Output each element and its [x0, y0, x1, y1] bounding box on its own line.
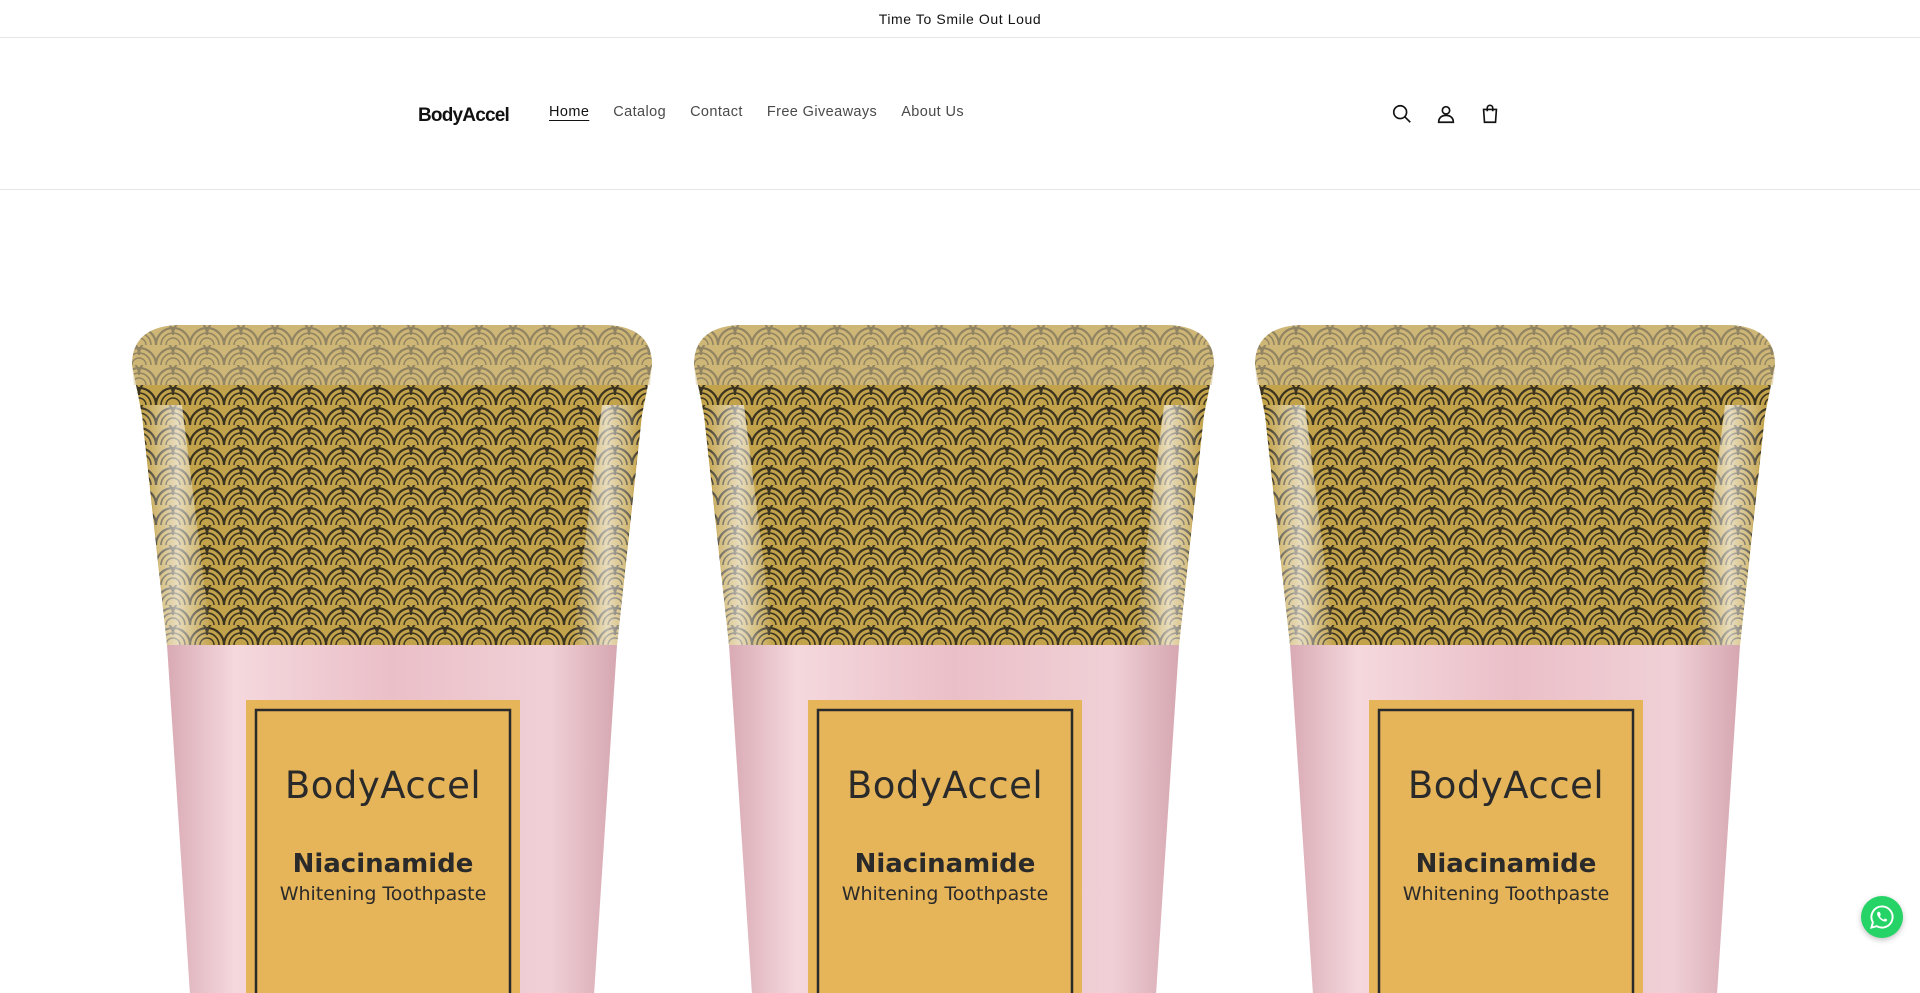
announcement-bar: Time To Smile Out Loud — [0, 0, 1920, 38]
product-tube-2[interactable]: BodyAccel Niacinamide Whitening Toothpas… — [684, 325, 1224, 993]
search-icon[interactable] — [1390, 102, 1414, 126]
toothpaste-tube-image — [132, 325, 652, 993]
site-header: BodyAccel Home Catalog Contact Free Give… — [0, 38, 1920, 190]
cart-icon[interactable] — [1478, 102, 1502, 126]
nav-link-free-giveaways[interactable]: Free Giveaways — [767, 104, 877, 120]
main-nav: Home Catalog Contact Free Giveaways Abou… — [549, 104, 988, 120]
header-icons — [1390, 102, 1502, 126]
account-icon[interactable] — [1434, 102, 1458, 126]
whatsapp-chat-button[interactable] — [1861, 896, 1903, 938]
toothpaste-tube-image — [694, 325, 1214, 993]
product-tube-3[interactable]: BodyAccel Niacinamide Whitening Toothpas… — [1245, 325, 1785, 993]
nav-link-contact[interactable]: Contact — [690, 104, 743, 120]
nav-link-about-us[interactable]: About Us — [901, 104, 964, 120]
announcement-text: Time To Smile Out Loud — [878, 10, 1042, 27]
toothpaste-tube-image — [1255, 325, 1775, 993]
product-tube-1[interactable]: BodyAccel Niacinamide Whitening Toothpas… — [122, 325, 662, 993]
whatsapp-icon — [1870, 905, 1894, 929]
site-logo[interactable]: BodyAccel — [418, 105, 510, 127]
nav-link-home[interactable]: Home — [549, 104, 589, 120]
product-hero: BodyAccel Niacinamide Whitening Toothpas… — [0, 190, 1920, 993]
nav-link-catalog[interactable]: Catalog — [613, 104, 666, 120]
